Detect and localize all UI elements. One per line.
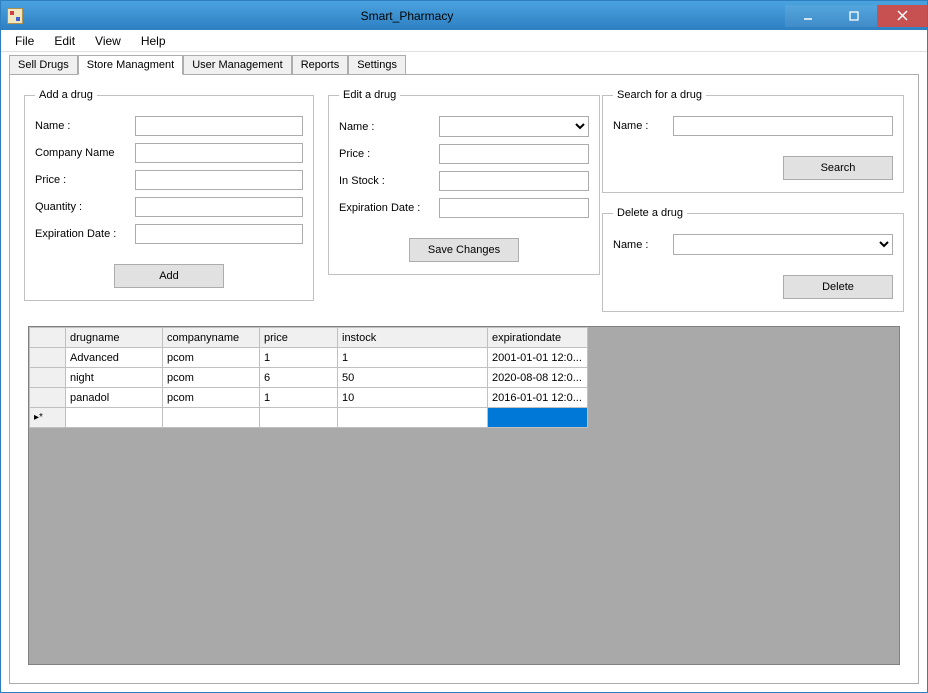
col-price[interactable]: price	[260, 328, 338, 348]
edit-drug-legend: Edit a drug	[339, 89, 400, 101]
add-qty-input[interactable]	[135, 197, 303, 217]
add-drug-group: Add a drug Name : Company Name Price :	[24, 89, 314, 301]
add-exp-input[interactable]	[135, 224, 303, 244]
table-row[interactable]: panadol pcom 1 10 2016-01-01 12:0...	[30, 388, 588, 408]
row-header[interactable]	[30, 368, 66, 388]
tab-user-management[interactable]: User Management	[183, 55, 292, 75]
search-drug-legend: Search for a drug	[613, 89, 706, 101]
cell-instock[interactable]: 10	[338, 388, 488, 408]
col-companyname[interactable]: companyname	[163, 328, 260, 348]
maximize-button[interactable]	[831, 5, 877, 27]
tab-content: Add a drug Name : Company Name Price :	[9, 74, 919, 684]
add-drug-legend: Add a drug	[35, 89, 97, 101]
cell-companyname[interactable]: pcom	[163, 368, 260, 388]
cell-expirationdate[interactable]: 2001-01-01 12:0...	[488, 348, 588, 368]
search-drug-group: Search for a drug Name : Search	[602, 89, 904, 193]
add-name-label: Name :	[35, 120, 135, 132]
cell-companyname[interactable]: pcom	[163, 388, 260, 408]
col-drugname[interactable]: drugname	[66, 328, 163, 348]
edit-stock-label: In Stock :	[339, 175, 439, 187]
menu-edit[interactable]: Edit	[44, 32, 85, 50]
cell-price[interactable]: 6	[260, 368, 338, 388]
groups-row: Add a drug Name : Company Name Price :	[24, 89, 904, 312]
app-window: Smart_Pharmacy File Edit View Help Sell …	[0, 0, 928, 693]
menu-view[interactable]: View	[85, 32, 131, 50]
add-company-label: Company Name	[35, 147, 135, 159]
add-price-input[interactable]	[135, 170, 303, 190]
cell-price[interactable]	[260, 408, 338, 428]
titlebar[interactable]: Smart_Pharmacy	[1, 1, 927, 30]
close-icon	[897, 10, 908, 21]
edit-exp-input[interactable]	[439, 198, 589, 218]
cell-companyname[interactable]	[163, 408, 260, 428]
delete-drug-legend: Delete a drug	[613, 207, 687, 219]
menu-file[interactable]: File	[5, 32, 44, 50]
row-header[interactable]	[30, 388, 66, 408]
window-controls	[785, 5, 927, 27]
cell-drugname[interactable]: Advanced	[66, 348, 163, 368]
cell-drugname[interactable]	[66, 408, 163, 428]
search-button[interactable]: Search	[783, 156, 893, 180]
delete-button[interactable]: Delete	[783, 275, 893, 299]
row-header[interactable]	[30, 348, 66, 368]
cell-expirationdate[interactable]: 2016-01-01 12:0...	[488, 388, 588, 408]
add-button[interactable]: Add	[114, 264, 224, 288]
save-changes-button[interactable]: Save Changes	[409, 238, 519, 262]
table-row[interactable]: Advanced pcom 1 1 2001-01-01 12:0...	[30, 348, 588, 368]
cell-instock[interactable]	[338, 408, 488, 428]
cell-drugname[interactable]: panadol	[66, 388, 163, 408]
delete-name-select[interactable]	[673, 234, 893, 255]
window-title: Smart_Pharmacy	[29, 9, 785, 23]
minimize-button[interactable]	[785, 5, 831, 27]
menubar: File Edit View Help	[1, 30, 927, 52]
edit-price-label: Price :	[339, 148, 439, 160]
edit-drug-group: Edit a drug Name : Price : In Stock :	[328, 89, 600, 275]
col-expirationdate[interactable]: expirationdate	[488, 328, 588, 348]
table-row[interactable]: night pcom 6 50 2020-08-08 12:0...	[30, 368, 588, 388]
add-price-label: Price :	[35, 174, 135, 186]
cell-drugname[interactable]: night	[66, 368, 163, 388]
tab-store-management[interactable]: Store Managment	[78, 55, 183, 75]
cell-expirationdate[interactable]	[488, 408, 588, 428]
cell-expirationdate[interactable]: 2020-08-08 12:0...	[488, 368, 588, 388]
edit-name-select[interactable]	[439, 116, 589, 137]
delete-name-label: Name :	[613, 239, 673, 251]
tab-reports[interactable]: Reports	[292, 55, 349, 75]
cell-instock[interactable]: 50	[338, 368, 488, 388]
maximize-icon	[849, 11, 859, 21]
edit-name-label: Name :	[339, 121, 439, 133]
close-button[interactable]	[877, 5, 927, 27]
data-grid[interactable]: drugname companyname price instock expir…	[28, 326, 900, 665]
cell-instock[interactable]: 1	[338, 348, 488, 368]
tab-sell-drugs[interactable]: Sell Drugs	[9, 55, 78, 75]
edit-stock-input[interactable]	[439, 171, 589, 191]
grid-corner[interactable]	[30, 328, 66, 348]
cell-companyname[interactable]: pcom	[163, 348, 260, 368]
cell-price[interactable]: 1	[260, 388, 338, 408]
add-qty-label: Quantity :	[35, 201, 135, 213]
cell-price[interactable]: 1	[260, 348, 338, 368]
minimize-icon	[803, 11, 813, 21]
col-instock[interactable]: instock	[338, 328, 488, 348]
table-new-row[interactable]: ▸*	[30, 408, 588, 428]
new-row-indicator[interactable]: ▸*	[30, 408, 66, 428]
edit-exp-label: Expiration Date :	[339, 202, 439, 214]
tab-settings[interactable]: Settings	[348, 55, 406, 75]
menu-help[interactable]: Help	[131, 32, 176, 50]
tabstrip: Sell Drugs Store Managment User Manageme…	[1, 52, 927, 74]
search-name-label: Name :	[613, 120, 673, 132]
edit-price-input[interactable]	[439, 144, 589, 164]
add-name-input[interactable]	[135, 116, 303, 136]
search-name-input[interactable]	[673, 116, 893, 136]
app-icon	[7, 8, 23, 24]
delete-drug-group: Delete a drug Name : Delete	[602, 207, 904, 312]
add-exp-label: Expiration Date :	[35, 228, 135, 240]
add-company-input[interactable]	[135, 143, 303, 163]
